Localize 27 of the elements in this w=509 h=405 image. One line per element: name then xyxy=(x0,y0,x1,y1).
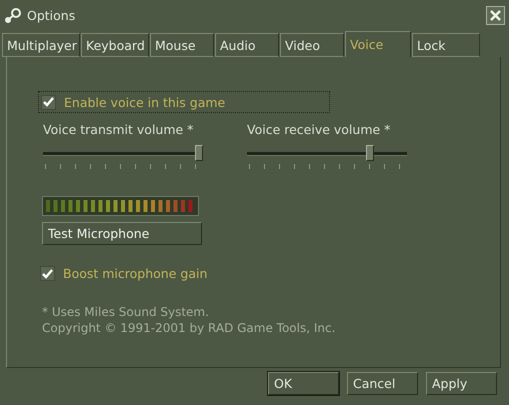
tab[interactable]: Keyboard xyxy=(81,33,149,57)
volume-slider[interactable] xyxy=(247,143,407,163)
window-title: Options xyxy=(27,8,76,23)
tab[interactable]: Voice xyxy=(345,31,411,57)
slider-thumb[interactable] xyxy=(195,145,203,161)
tab[interactable]: Video xyxy=(280,33,344,57)
dialog-button[interactable]: OK xyxy=(268,372,339,395)
note-text: Copyright © 1991-2001 by RAD Game Tools, Inc. xyxy=(42,321,336,335)
close-icon xyxy=(489,9,502,22)
volume-slider[interactable] xyxy=(43,143,203,163)
app-logo-icon xyxy=(4,8,22,24)
slider-label: Voice receive volume * xyxy=(247,122,392,137)
tab[interactable]: Lock xyxy=(412,33,480,57)
checkbox-label: Boost microphone gain xyxy=(63,266,208,281)
dialog-button[interactable]: Cancel xyxy=(347,372,418,395)
close-button[interactable] xyxy=(486,6,505,25)
slider-label: Voice transmit volume * xyxy=(43,122,194,137)
tab[interactable]: Mouse xyxy=(150,33,214,57)
test-microphone-button[interactable]: Test Microphone xyxy=(42,222,202,245)
tab[interactable]: Audio xyxy=(215,33,279,57)
dialog-button[interactable]: Apply xyxy=(426,372,497,395)
checkbox-label: Enable voice in this game xyxy=(64,94,226,110)
checkbox[interactable] xyxy=(41,94,56,110)
checkbox[interactable] xyxy=(40,266,55,281)
slider-thumb[interactable] xyxy=(366,145,374,161)
note-text: * Uses Miles Sound System. xyxy=(42,305,210,319)
tab[interactable]: Multiplayer xyxy=(2,33,80,57)
